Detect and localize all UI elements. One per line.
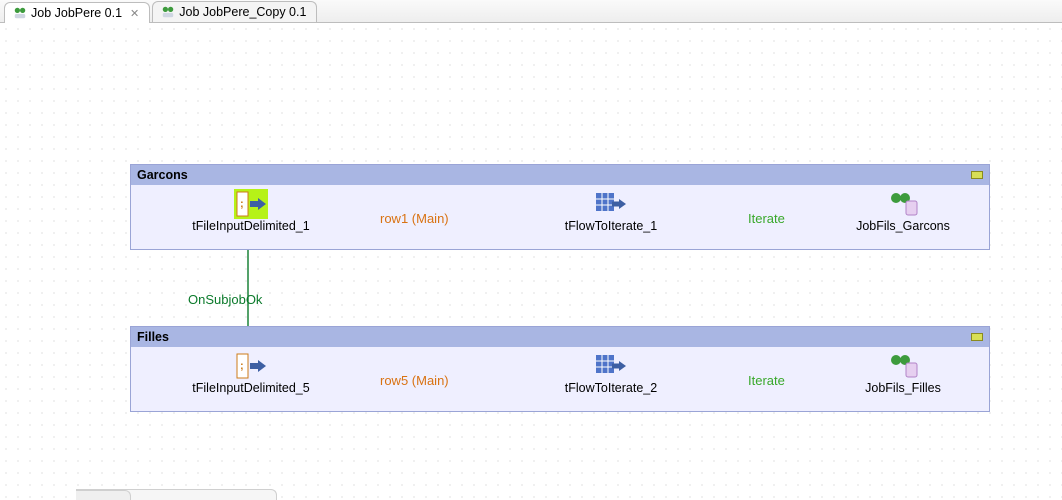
node-label: JobFils_Garcons: [823, 219, 983, 233]
bottom-tab-stub: [76, 489, 277, 500]
child-job-icon: [888, 191, 918, 217]
link-onsubjobok[interactable]: OnSubjobOk: [188, 292, 262, 307]
node-label: JobFils_Filles: [823, 381, 983, 395]
svg-text:;: ;: [240, 198, 244, 210]
flow-to-iterate-icon: [596, 191, 626, 217]
file-input-icon: ;: [236, 353, 266, 379]
node-tflowtoiterate-2[interactable]: tFlowToIterate_2: [531, 353, 691, 395]
svg-text:;: ;: [240, 360, 244, 372]
link-iterate-garcons[interactable]: Iterate: [748, 211, 785, 226]
file-input-icon: ;: [236, 191, 266, 217]
job-icon: [161, 5, 175, 19]
node-jobfils-garcons[interactable]: JobFils_Garcons: [823, 191, 983, 233]
designer-canvas[interactable]: Garcons ; tFileInputDelimited_1: [0, 23, 1062, 500]
node-tfileinputdelimited-5[interactable]: ; tFileInputDelimited_5: [171, 353, 331, 395]
subjob-garcons[interactable]: Garcons ; tFileInputDelimited_1: [130, 164, 990, 250]
node-tfileinputdelimited-1[interactable]: ; tFileInputDelimited_1: [171, 191, 331, 233]
subjob-title-text: Filles: [137, 327, 169, 347]
node-label: tFileInputDelimited_5: [171, 381, 331, 395]
node-label: tFlowToIterate_2: [531, 381, 691, 395]
tab-label: Job JobPere_Copy 0.1: [179, 5, 306, 19]
tab-jobpere[interactable]: Job JobPere 0.1 ✕: [4, 2, 150, 23]
subjob-filles[interactable]: Filles ; tFileInputDelimited_5: [130, 326, 990, 412]
collapse-icon[interactable]: [971, 333, 983, 341]
node-label: tFlowToIterate_1: [531, 219, 691, 233]
subjob-title-text: Garcons: [137, 165, 188, 185]
link-row5-main[interactable]: row5 (Main): [380, 373, 449, 388]
flow-to-iterate-icon: [596, 353, 626, 379]
node-label: tFileInputDelimited_1: [171, 219, 331, 233]
connector-overlay: [0, 23, 1062, 500]
close-icon[interactable]: ✕: [130, 7, 139, 20]
node-tflowtoiterate-1[interactable]: tFlowToIterate_1: [531, 191, 691, 233]
link-iterate-filles[interactable]: Iterate: [748, 373, 785, 388]
tab-jobpere-copy[interactable]: Job JobPere_Copy 0.1: [152, 1, 317, 22]
subjob-title: Filles: [131, 327, 989, 347]
subjob-title: Garcons: [131, 165, 989, 185]
job-icon: [13, 6, 27, 20]
child-job-icon: [888, 353, 918, 379]
tab-bar: Job JobPere 0.1 ✕ Job JobPere_Copy 0.1: [0, 0, 1062, 23]
node-jobfils-filles[interactable]: JobFils_Filles: [823, 353, 983, 395]
tab-label: Job JobPere 0.1: [31, 6, 122, 20]
link-row1-main[interactable]: row1 (Main): [380, 211, 449, 226]
collapse-icon[interactable]: [971, 171, 983, 179]
